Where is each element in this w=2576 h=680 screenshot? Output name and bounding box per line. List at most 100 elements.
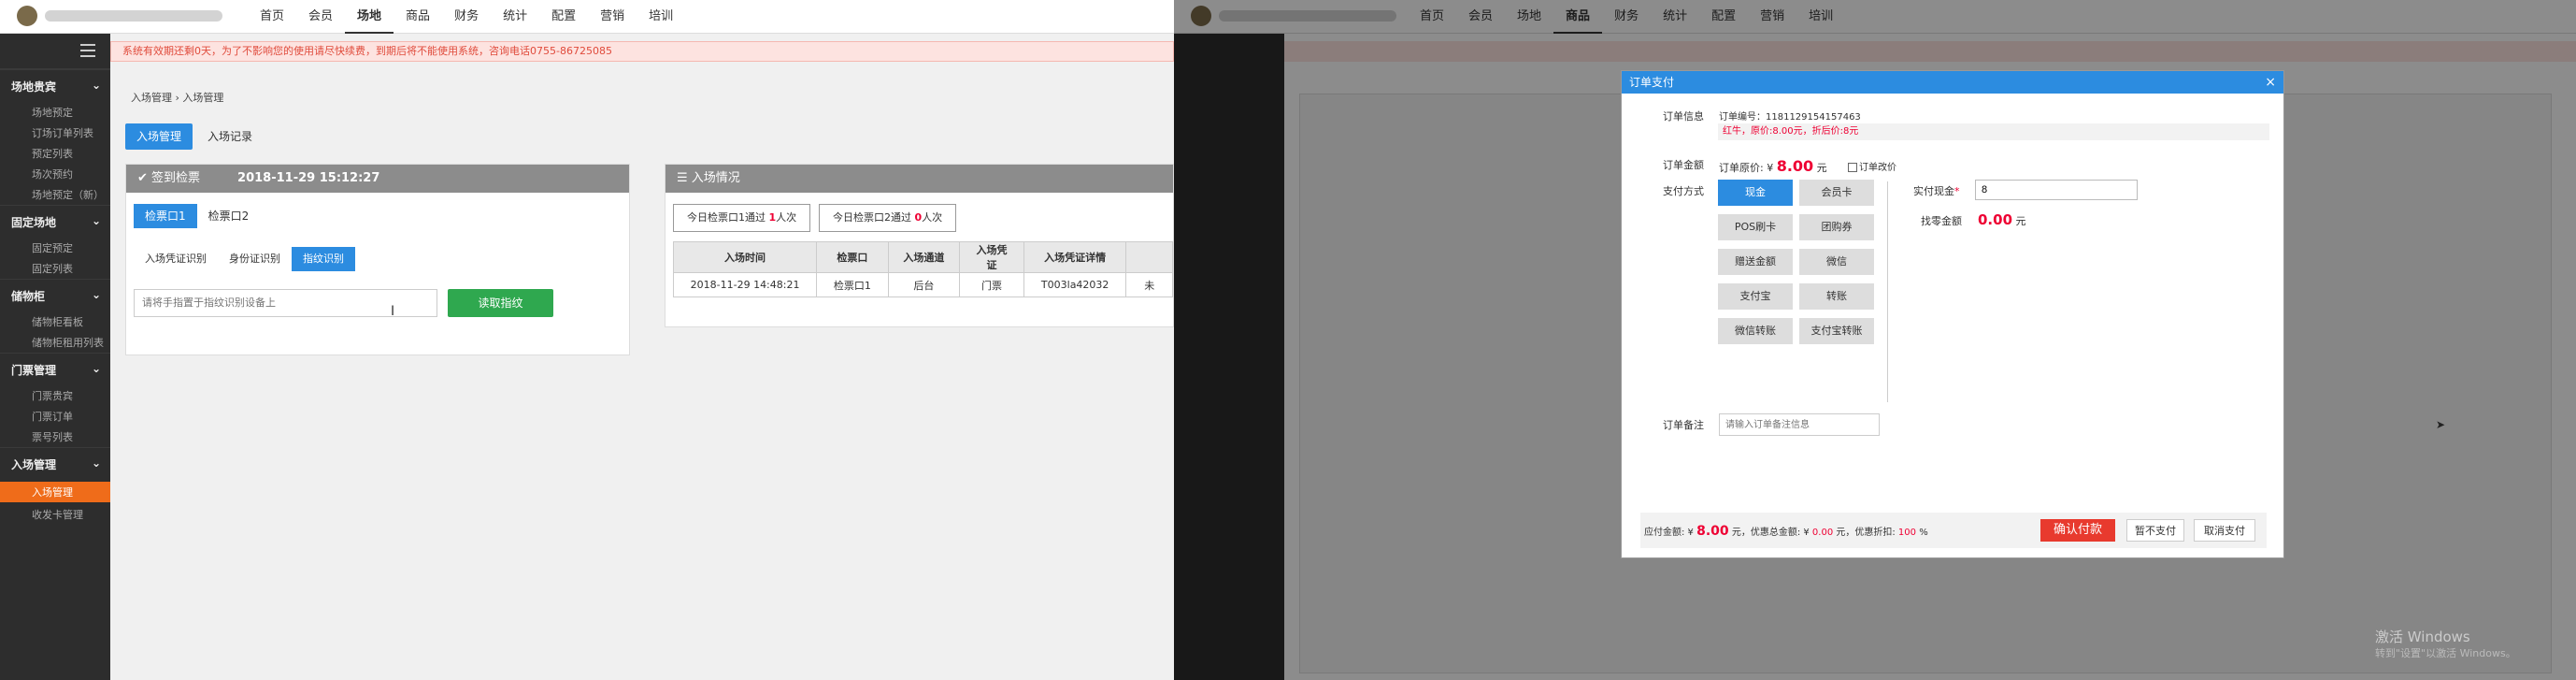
nav-goods[interactable]: 商品 [394,0,442,34]
dialog-footer: 应付金额: ¥ 8.00 元，优惠总金额: ¥ 0.00 元，优惠折扣: 100… [1640,513,2267,548]
check-panel-header: ✔ 签到检票 2018-11-29 15:12:27 [126,165,629,193]
sidebar-item[interactable]: 收发卡管理 [0,504,110,525]
tab-entry-manage[interactable]: 入场管理 [125,123,193,150]
method-gift-button[interactable]: 赠送金额 [1718,249,1793,275]
cancel-pay-button[interactable]: 取消支付 [2194,519,2255,542]
chevron-down-icon: ⌄ [91,79,101,92]
nav-finance[interactable]: 财务 [442,0,491,34]
sidebar-group-venue[interactable]: 场地贵宾 ⌄ [0,69,110,102]
read-fingerprint-button[interactable]: 读取指纹 [448,289,553,317]
menu-icon[interactable] [80,44,95,57]
table-header-row: 入场时间 检票口 入场通道 入场凭证 入场凭证详情 [672,241,1173,273]
cash-input[interactable] [1975,180,2138,200]
sidebar-item-entry-manage[interactable]: 入场管理 [0,482,110,502]
column-header: 检票口 [816,241,889,273]
sidebar-group-locker[interactable]: 储物柜 ⌄ [0,279,110,311]
windows-watermark: 激活 Windows [2375,629,2470,645]
sidebar-item[interactable]: 订场订单列表 [0,123,110,143]
fingerprint-method-tab[interactable]: 指纹识别 [292,247,355,271]
table-cell: 后台 [887,272,961,297]
list-icon: ☰ [677,171,692,185]
check-panel: ✔ 签到检票 2018-11-29 15:12:27 检票口1 检票口2 入场凭证… [125,164,630,355]
gate-2-tab[interactable]: 检票口2 [197,204,261,228]
sidebar-group-fixed[interactable]: 固定场地 ⌄ [0,205,110,238]
sidebar-item[interactable]: 场地预定（新） [0,184,110,205]
voucher-method-tab[interactable]: 入场凭证识别 [134,247,218,271]
change-price-checkbox[interactable]: 订单改价 [1848,159,1896,173]
sidebar-item[interactable]: 固定列表 [0,258,110,279]
column-header: 入场通道 [887,241,961,273]
payment-summary: 应付金额: ¥ 8.00 元，优惠总金额: ¥ 0.00 元，优惠折扣: 100… [1644,524,1928,539]
sidebar-item[interactable]: 门票贵宾 [0,385,110,406]
nav-stats[interactable]: 统计 [491,0,539,34]
check-icon: ✔ [137,171,152,185]
tab-entry-records[interactable]: 入场记录 [196,123,264,150]
nav-venue[interactable]: 场地 [345,0,394,34]
table-cell: 门票 [959,272,1024,297]
sidebar: 场地贵宾 ⌄ 场地预定 订场订单列表 预定列表 场次预约 场地预定（新） 固定场地… [0,34,110,680]
order-info-label: 订单信息 [1663,110,1704,123]
column-header: 入场时间 [672,241,818,273]
column-header: 入场凭证 [959,241,1024,273]
sidebar-item[interactable]: 预定列表 [0,143,110,164]
sidebar-group-entry[interactable]: 入场管理 ⌄ [0,447,110,480]
chevron-down-icon: ⌄ [91,214,101,227]
dialog-header: 订单支付 × [1622,71,2283,94]
right-window: 首页 会员 场地 商品 财务 统计 配置 营销 培训 订单支付 × 订单信息 订单… [1174,0,2576,680]
method-member-card-button[interactable]: 会员卡 [1799,180,1874,206]
sidebar-item[interactable]: 固定预定 [0,238,110,258]
table-cell: T003la42032 [1023,272,1127,297]
sidebar-item[interactable]: 场地预定 [0,102,110,123]
gate2-stat-button[interactable]: 今日检票口2通过 0人次 [819,204,957,232]
method-groupon-button[interactable]: 团购券 [1799,214,1874,240]
table-row: 2018-11-29 14:48:21 检票口1 后台 门票 T003la420… [672,272,1173,297]
confirm-pay-button[interactable]: 确认付款 [2040,519,2115,542]
discount-line: 红牛，原价:8.00元，折后价:8元 [1718,123,2269,140]
method-cash-button[interactable]: 现金 [1718,180,1793,206]
sidebar-item[interactable]: 票号列表 [0,427,110,447]
nav-member[interactable]: 会员 [296,0,345,34]
current-datetime: 2018-11-29 15:12:27 [237,171,380,185]
checkbox-icon [1848,163,1857,172]
method-wechat-transfer-button[interactable]: 微信转账 [1718,318,1793,344]
change-amount: 0.00 元 [1978,211,2026,228]
column-header: 入场凭证详情 [1023,241,1127,273]
nav-home[interactable]: 首页 [248,0,296,34]
sidebar-item[interactable]: 储物柜看板 [0,311,110,332]
method-alipay-transfer-button[interactable]: 支付宝转账 [1799,318,1874,344]
order-pay-dialog: 订单支付 × 订单信息 订单编号：1181129154157463 红牛，原价:8… [1621,70,2284,558]
sidebar-item[interactable]: 储物柜租用列表 [0,332,110,353]
entry-panel-header: ☰ 入场情况 [665,165,1173,193]
sidebar-top [0,34,110,69]
table-cell: 检票口1 [816,272,889,297]
top-nav: 首页 会员 场地 商品 财务 统计 配置 营销 培训 [0,0,1174,34]
close-icon[interactable]: × [2265,71,2276,94]
nav-config[interactable]: 配置 [539,0,588,34]
main-nav: 首页 会员 场地 商品 财务 统计 配置 营销 培训 [248,0,685,34]
table-cell: 2018-11-29 14:48:21 [672,272,818,297]
chevron-down-icon: ⌄ [91,362,101,375]
order-amount: 订单原价: ¥ 8.00 元 [1719,157,1827,175]
order-number: 订单编号：1181129154157463 [1719,112,1861,123]
method-pos-button[interactable]: POS刷卡 [1718,214,1793,240]
method-tabs: 入场凭证识别 身份证识别 指纹识别 [134,247,355,271]
method-wechat-button[interactable]: 微信 [1799,249,1874,275]
sidebar-item[interactable]: 场次预约 [0,164,110,184]
sidebar-item[interactable]: 门票订单 [0,406,110,427]
club-logo [17,6,37,26]
gate1-stat-button[interactable]: 今日检票口1通过 1人次 [673,204,811,232]
pay-later-button[interactable]: 暂不支付 [2126,519,2184,542]
gate-1-tab[interactable]: 检票口1 [134,204,197,228]
sidebar-group-ticket[interactable]: 门票管理 ⌄ [0,353,110,385]
idcard-method-tab[interactable]: 身份证识别 [218,247,292,271]
breadcrumb: 入场管理 › 入场管理 [131,92,224,104]
page-tabs: 入场管理 入场记录 [125,123,267,150]
gate-tabs: 检票口1 检票口2 [134,204,260,228]
method-transfer-button[interactable]: 转账 [1799,283,1874,310]
nav-training[interactable]: 培训 [637,0,685,34]
nav-marketing[interactable]: 营销 [588,0,637,34]
memo-input[interactable] [1719,413,1880,436]
windows-watermark-sub: 转到"设置"以激活 Windows。 [2375,647,2516,659]
method-alipay-button[interactable]: 支付宝 [1718,283,1793,310]
change-label: 找零金额 [1921,215,1962,227]
